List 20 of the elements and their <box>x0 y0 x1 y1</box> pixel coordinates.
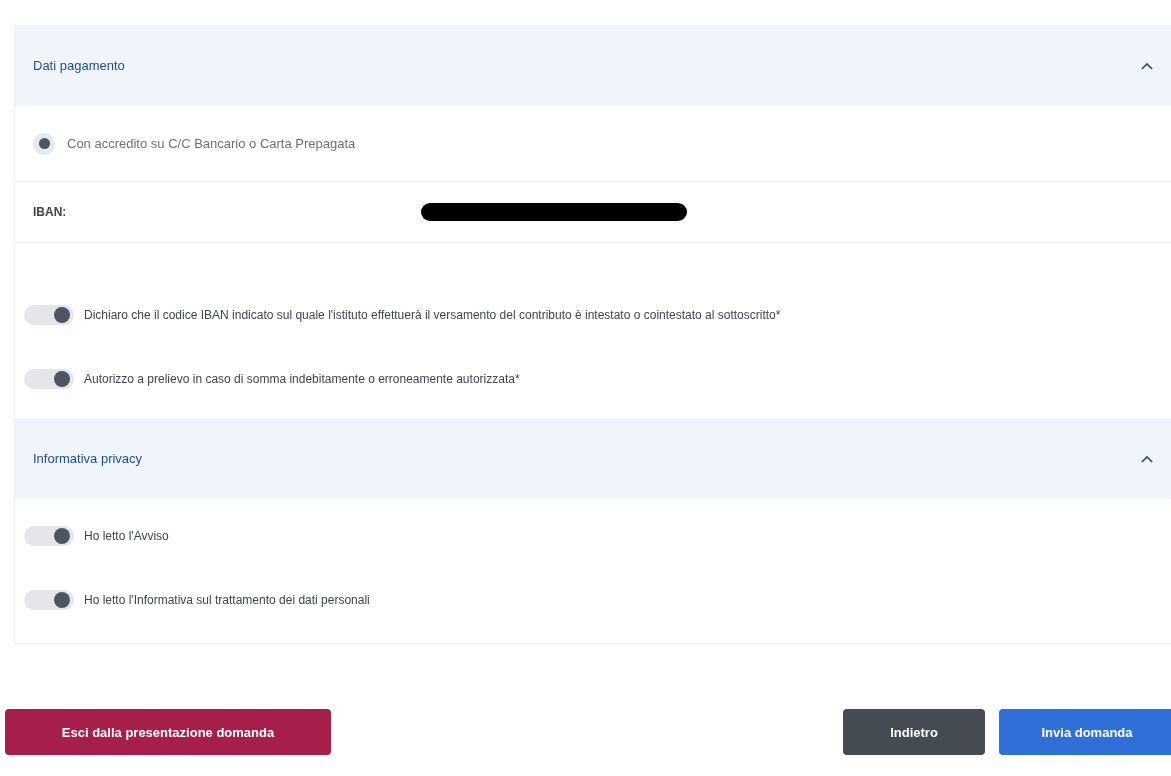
back-button[interactable]: Indietro <box>843 709 985 755</box>
section-title: Dati pagamento <box>33 58 125 73</box>
toggle-switch[interactable] <box>24 526 74 546</box>
section-header[interactable]: Informativa privacy <box>15 418 1171 499</box>
radio-button[interactable] <box>33 132 55 155</box>
section-title: Informativa privacy <box>33 451 143 466</box>
chevron-icon <box>1141 454 1153 463</box>
radio-label: Con accredito su C/C Bancario o Carta Prepagata <box>67 136 356 151</box>
section-header[interactable]: Dati pagamento <box>15 25 1171 106</box>
exit-button[interactable]: Esci dalla presentazione domanda <box>5 709 331 755</box>
toggle-label: Dichiaro che il codice IBAN indicato sul quale l'istituto effettuerà il versamento del contributo è intestato o cointestato al sottoscritto* <box>84 308 781 322</box>
field-label: IBAN: <box>33 205 68 219</box>
toggle-label: Autorizzo a prelievo in caso di somma indebitamente o erroneamente autorizzata* <box>84 372 520 386</box>
toggle-switch[interactable] <box>24 305 74 325</box>
toggle-switch[interactable] <box>24 590 74 610</box>
chevron-icon <box>1141 61 1153 70</box>
toggle-label: Ho letto l'Avviso <box>84 529 169 543</box>
toggle-label: Ho letto l'Informativa sul trattamento dei dati personali <box>84 593 370 607</box>
submit-button[interactable]: Invia domanda <box>999 709 1171 755</box>
toggle-switch[interactable] <box>24 369 74 389</box>
